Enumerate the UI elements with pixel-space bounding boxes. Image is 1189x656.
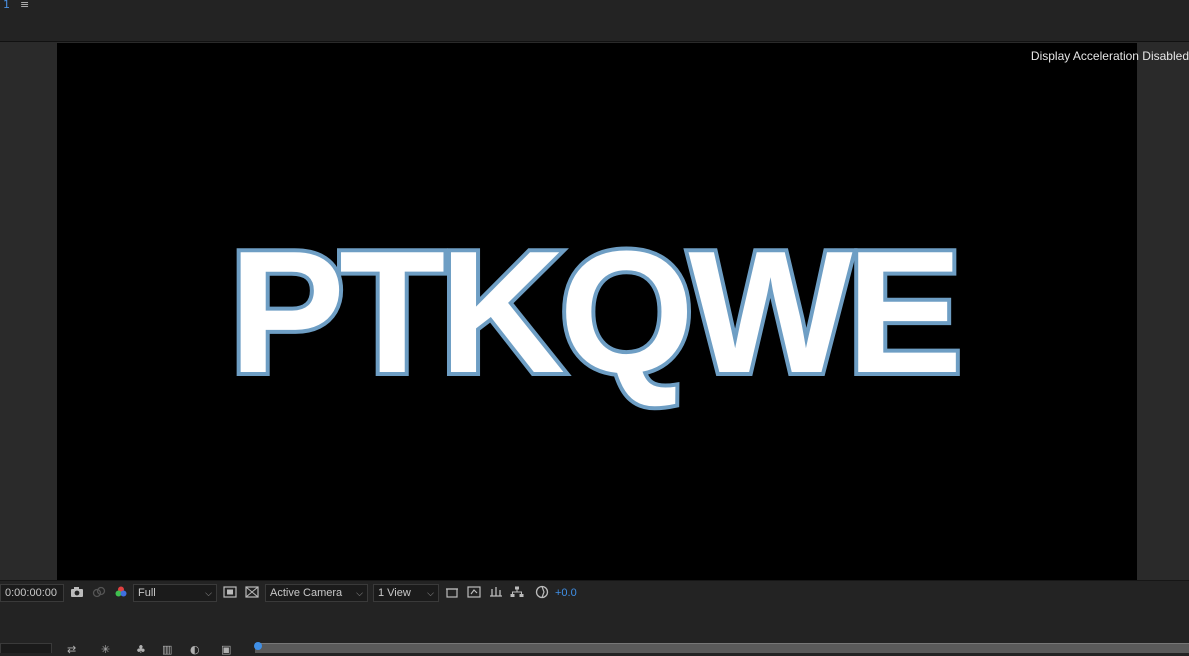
timecode-value: 0:00:00:00 <box>5 587 57 599</box>
panel-tab-number[interactable]: 1 <box>3 0 10 11</box>
flowchart-icon[interactable] <box>509 584 525 600</box>
region-of-interest-icon[interactable] <box>222 584 238 600</box>
chevron-down-icon: ⌵ <box>205 587 212 598</box>
hamburger-icon[interactable]: ≡ <box>20 0 29 11</box>
graph-editor-icon[interactable]: ▣ <box>221 643 231 656</box>
frame-blending-icon[interactable]: ▥ <box>162 643 172 656</box>
draft-3d-icon[interactable]: ✳ <box>101 643 110 656</box>
channel-color-icon[interactable] <box>113 584 129 600</box>
timeline-ruler[interactable] <box>255 643 1189 653</box>
exposure-value-text: +0.0 <box>555 587 577 599</box>
show-snapshot-icon[interactable] <box>91 584 107 600</box>
transparency-grid-icon[interactable] <box>244 584 260 600</box>
toggle-pixel-aspect-icon[interactable] <box>444 584 460 600</box>
camera-view-value: Active Camera <box>270 587 343 599</box>
composition-mini-flowchart-icon[interactable]: ⇄ <box>67 643 76 656</box>
resolution-value: Full <box>138 587 156 599</box>
resolution-dropdown[interactable]: Full ⌵ <box>133 584 217 602</box>
viewer-toolbar: 0:00:00:00 Full ⌵ Active Camera ⌵ 1 View… <box>0 580 1189 607</box>
panel-tab-bar: 1 ≡ <box>0 0 1189 41</box>
fast-previews-icon[interactable] <box>466 584 482 600</box>
chevron-down-icon: ⌵ <box>356 587 363 598</box>
timecode-field[interactable]: 0:00:00:00 <box>0 584 64 602</box>
display-acceleration-label: Display Acceleration Disabled <box>1030 49 1189 63</box>
shy-layers-icon[interactable]: ♣ <box>136 643 146 656</box>
chevron-down-icon: ⌵ <box>427 587 434 598</box>
timeline-icon[interactable] <box>488 584 504 600</box>
exposure-value[interactable]: +0.0 <box>555 584 577 602</box>
camera-view-dropdown[interactable]: Active Camera ⌵ <box>265 584 368 602</box>
snapshot-camera-icon[interactable] <box>69 584 85 600</box>
reset-exposure-icon[interactable] <box>534 584 550 600</box>
playhead-handle[interactable] <box>254 642 262 650</box>
view-layout-value: 1 View <box>378 587 411 599</box>
composition-text-layer[interactable]: PTKQWE <box>225 221 967 403</box>
timeline-search-field[interactable] <box>0 643 52 653</box>
motion-blur-icon[interactable]: ◐ <box>190 643 200 656</box>
composition-canvas[interactable]: PTKQWE <box>57 43 1137 580</box>
view-layout-dropdown[interactable]: 1 View ⌵ <box>373 584 439 602</box>
